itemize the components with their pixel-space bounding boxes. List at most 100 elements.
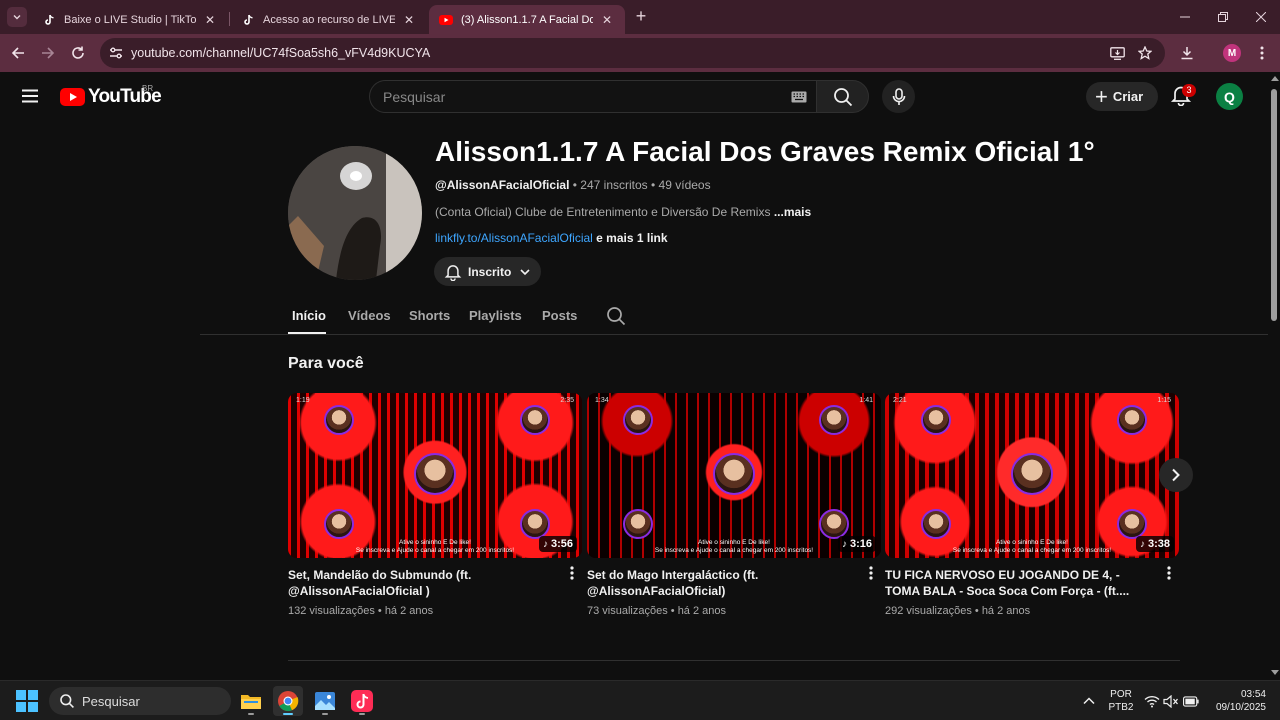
search-input[interactable] (383, 89, 763, 105)
close-icon[interactable]: ✕ (599, 12, 615, 28)
more-links[interactable]: e mais 1 link (593, 231, 667, 245)
folder-icon (241, 695, 261, 709)
downloads-button[interactable] (1175, 41, 1199, 65)
close-window-button[interactable] (1242, 0, 1280, 34)
thumbnail-face (1117, 405, 1147, 435)
taskbar-search[interactable]: Pesquisar (49, 687, 231, 715)
subscribed-button[interactable]: Inscrito (434, 257, 541, 286)
thumbnail-face (921, 509, 951, 539)
video-title[interactable]: Set, Mandelão do Submundo (ft. @AlissonA… (288, 567, 558, 599)
video-title[interactable]: TU FICA NERVOSO EU JOGANDO DE 4, - TOMA … (885, 567, 1155, 599)
video-thumbnail[interactable]: 1:34 1:41 Ative o sininho E De like! Se … (587, 393, 881, 558)
meta-separator: • (569, 178, 581, 192)
duration-text: 3:38 (1147, 538, 1170, 550)
youtube-logo[interactable]: YouTube BR (60, 84, 162, 108)
tiktok-icon (351, 690, 373, 712)
browser-tab-tiktok-studio[interactable]: Baixe o LIVE Studio | TikTok ✕ (32, 5, 228, 34)
more-vertical-icon (1260, 46, 1264, 60)
search-box[interactable] (369, 80, 816, 113)
download-icon (1181, 47, 1193, 60)
start-button[interactable] (16, 690, 38, 712)
running-indicator (359, 713, 365, 715)
tray-overflow-button[interactable] (1081, 693, 1097, 709)
video-thumbnail[interactable]: 2:21 1:15 Ative o sininho E De like! Se … (885, 393, 1179, 558)
tab-title: Acesso ao recurso de LIVE do TikTok (263, 13, 395, 26)
voice-search-button[interactable] (882, 80, 915, 113)
scroll-up-arrow[interactable] (1271, 76, 1279, 81)
keyboard-icon[interactable] (791, 91, 807, 103)
install-app-icon[interactable] (1109, 45, 1125, 61)
video-card[interactable]: 1:34 1:41 Ative o sininho E De like! Se … (587, 393, 881, 617)
browser-tab-tiktok-live[interactable]: Acesso ao recurso de LIVE do TikTok ✕ (231, 5, 427, 34)
more-vertical-icon (570, 566, 574, 580)
tab-playlists[interactable]: Playlists (469, 308, 522, 323)
video-menu-button[interactable] (865, 565, 877, 581)
video-menu-button[interactable] (566, 565, 578, 581)
browser-toolbar: youtube.com/channel/UC74fSoa5sh6_vFV4d9K… (0, 34, 1280, 72)
minimize-icon (1180, 16, 1190, 18)
tab-separator (229, 12, 230, 26)
account-avatar[interactable]: Q (1216, 83, 1243, 110)
tab-home[interactable]: Início (292, 308, 326, 323)
maximize-button[interactable] (1204, 0, 1242, 34)
tab-shorts[interactable]: Shorts (409, 308, 450, 323)
thumbnail-timestamp-left: 1:34 (595, 397, 609, 404)
video-card[interactable]: 1:19 2:35 Ative o sininho E De like! Se … (288, 393, 582, 617)
scrollbar-thumb[interactable] (1271, 89, 1277, 321)
view-count: 132 visualizações (288, 605, 375, 617)
windows-logo-icon (16, 690, 38, 712)
taskbar-chrome[interactable] (273, 686, 303, 716)
tab-search-button[interactable] (7, 7, 27, 27)
thumbnail-face (921, 405, 951, 435)
back-button[interactable] (6, 41, 30, 65)
close-icon[interactable]: ✕ (401, 12, 417, 28)
taskbar-clock[interactable]: 03:54 09/10/2025 (1208, 688, 1266, 714)
thumbnail-face (819, 405, 849, 435)
wifi-icon[interactable] (1144, 693, 1160, 709)
reload-button[interactable] (66, 41, 90, 65)
view-count: 292 visualizações (885, 605, 972, 617)
taskbar-tiktok[interactable] (347, 686, 377, 716)
more-link[interactable]: ...mais (774, 205, 811, 219)
search-button[interactable] (816, 80, 869, 113)
video-count: 49 vídeos (658, 178, 711, 192)
browser-menu-button[interactable] (1250, 41, 1274, 65)
channel-search-button[interactable] (606, 306, 626, 326)
browser-profile-avatar[interactable]: M (1223, 44, 1241, 62)
subscriber-count: 247 inscritos (580, 178, 648, 192)
carousel-next-button[interactable] (1159, 458, 1193, 492)
page-scrollbar[interactable] (1268, 72, 1280, 680)
channel-link[interactable]: linkfly.to/AlissonAFacialOficial (435, 231, 593, 245)
language-code: POR (1110, 689, 1132, 700)
tab-videos[interactable]: Vídeos (348, 308, 391, 323)
channel-description[interactable]: (Conta Oficial) Clube de Entretenimento … (435, 205, 811, 219)
thumbnail-face (1011, 453, 1053, 495)
thumbnail-face (623, 509, 653, 539)
volume-muted-icon[interactable] (1163, 693, 1179, 709)
close-icon[interactable]: ✕ (202, 12, 218, 28)
new-tab-button[interactable]: + (632, 7, 650, 26)
video-age: há 2 anos (677, 605, 727, 617)
video-thumbnail[interactable]: 1:19 2:35 Ative o sininho E De like! Se … (288, 393, 582, 558)
address-bar[interactable]: youtube.com/channel/UC74fSoa5sh6_vFV4d9K… (100, 38, 1165, 68)
video-menu-button[interactable] (1163, 565, 1175, 581)
minimize-button[interactable] (1166, 0, 1204, 34)
taskbar-file-explorer[interactable] (236, 686, 266, 716)
keyboard-layout[interactable]: POR PTB2 (1106, 688, 1136, 714)
video-card[interactable]: 2:21 1:15 Ative o sininho E De like! Se … (885, 393, 1179, 617)
forward-button[interactable] (36, 41, 60, 65)
create-button[interactable]: + Criar (1086, 82, 1158, 111)
taskbar-photos[interactable] (310, 686, 340, 716)
tab-posts[interactable]: Posts (542, 308, 577, 323)
duration-text: 3:16 (849, 538, 872, 550)
bookmark-star-icon[interactable] (1137, 45, 1153, 61)
video-title[interactable]: Set do Mago Intergaláctico (ft. @Alisson… (587, 567, 857, 599)
search-icon (833, 87, 852, 106)
guide-menu-button[interactable] (20, 86, 40, 106)
battery-icon[interactable] (1183, 693, 1199, 709)
scroll-down-arrow[interactable] (1271, 670, 1279, 675)
browser-tab-youtube[interactable]: (3) Alisson1.1.7 A Facial Dos Graves ✕ (429, 5, 625, 34)
more-vertical-icon (1167, 566, 1171, 580)
thumbnail-caption: Se inscreva e Ajude o canal a chegar em … (355, 547, 515, 554)
site-info-icon[interactable] (108, 45, 124, 61)
